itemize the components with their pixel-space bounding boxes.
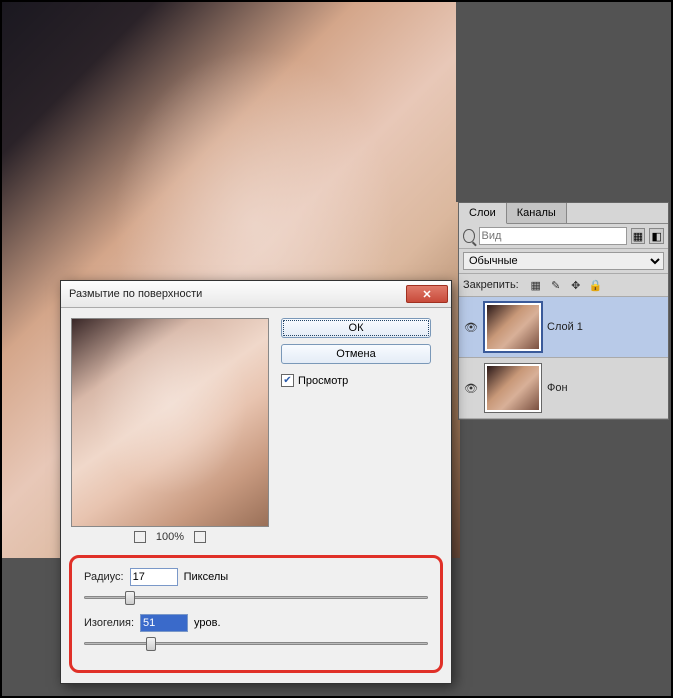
layer-thumbnail[interactable] xyxy=(485,364,541,412)
layer-row[interactable]: 👁 Фон xyxy=(459,358,668,419)
threshold-unit: уров. xyxy=(194,617,221,629)
filter-image-icon[interactable]: ▦ xyxy=(631,228,646,244)
slider-track xyxy=(84,596,428,599)
lock-row: Закрепить: ▦ ✎ ✥ 🔒 xyxy=(459,274,668,297)
layer-thumbnail[interactable] xyxy=(485,303,541,351)
preview-area: 100% xyxy=(71,318,269,543)
threshold-label: Изогелия: xyxy=(84,617,134,629)
surface-blur-dialog: Размытие по поверхности ✕ 100% ОК Отмена… xyxy=(60,280,452,684)
blend-mode-row: Обычные xyxy=(459,249,668,274)
dialog-titlebar[interactable]: Размытие по поверхности ✕ xyxy=(61,281,451,308)
layer-filter-row: ▦ ◧ xyxy=(459,224,668,249)
preview-checkbox-row: ✔ Просмотр xyxy=(281,374,431,387)
threshold-input[interactable] xyxy=(140,614,188,632)
threshold-row: Изогелия: уров. xyxy=(84,614,428,632)
preview-checkbox[interactable]: ✔ xyxy=(281,374,294,387)
preview-label: Просмотр xyxy=(298,375,348,387)
visibility-icon[interactable]: 👁 xyxy=(463,380,479,396)
dialog-title: Размытие по поверхности xyxy=(69,288,406,300)
lock-all-icon[interactable]: 🔒 xyxy=(589,278,603,292)
lock-pixels-icon[interactable]: ▦ xyxy=(529,278,543,292)
radius-label: Радиус: xyxy=(84,571,124,583)
tab-layers[interactable]: Слои xyxy=(459,203,507,224)
search-icon xyxy=(463,229,475,243)
radius-input[interactable] xyxy=(130,568,178,586)
params-highlight: Радиус: Пикселы Изогелия: уров. xyxy=(69,555,443,673)
layer-name[interactable]: Слой 1 xyxy=(547,321,583,333)
dialog-body: 100% ОК Отмена ✔ Просмотр xyxy=(61,308,451,553)
close-button[interactable]: ✕ xyxy=(406,285,448,303)
radius-unit: Пикселы xyxy=(184,571,229,583)
filter-toggle-icon[interactable]: ◧ xyxy=(649,228,664,244)
dialog-buttons: ОК Отмена ✔ Просмотр xyxy=(281,318,431,543)
slider-track xyxy=(84,642,428,645)
tab-channels[interactable]: Каналы xyxy=(507,203,567,223)
layers-panel: Слои Каналы ▦ ◧ Обычные Закрепить: ▦ ✎ ✥… xyxy=(458,202,669,420)
layer-row[interactable]: 👁 Слой 1 xyxy=(459,297,668,358)
workspace-bg-right xyxy=(456,2,671,202)
visibility-icon[interactable]: 👁 xyxy=(463,319,479,335)
layer-name[interactable]: Фон xyxy=(547,382,568,394)
blend-mode-select[interactable]: Обычные xyxy=(463,252,664,270)
layer-filter-input[interactable] xyxy=(479,227,627,245)
radius-slider[interactable] xyxy=(84,588,428,606)
panel-tabs: Слои Каналы xyxy=(459,203,668,224)
cancel-button[interactable]: Отмена xyxy=(281,344,431,364)
layer-list: 👁 Слой 1 👁 Фон xyxy=(459,297,668,419)
threshold-slider[interactable] xyxy=(84,634,428,652)
slider-thumb[interactable] xyxy=(125,591,135,605)
slider-thumb[interactable] xyxy=(146,637,156,651)
app-window: Слои Каналы ▦ ◧ Обычные Закрепить: ▦ ✎ ✥… xyxy=(0,0,673,698)
lock-label: Закрепить: xyxy=(463,279,519,291)
lock-brush-icon[interactable]: ✎ xyxy=(549,278,563,292)
ok-button[interactable]: ОК xyxy=(281,318,431,338)
preview-image[interactable] xyxy=(71,318,269,527)
radius-row: Радиус: Пикселы xyxy=(84,568,428,586)
lock-icons: ▦ ✎ ✥ 🔒 xyxy=(529,278,603,292)
lock-move-icon[interactable]: ✥ xyxy=(569,278,583,292)
